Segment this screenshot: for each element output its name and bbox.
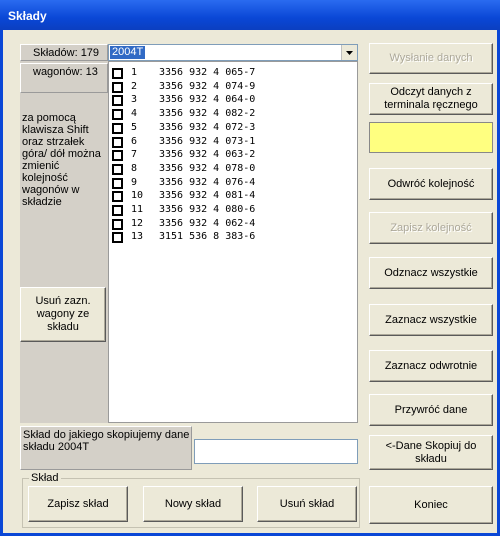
save-order-button[interactable]: Zapisz kolejność	[369, 212, 493, 244]
wagon-id: 3356 932 4 078-0	[159, 162, 256, 174]
wagon-row[interactable]: 1 3356 932 4 065-7	[109, 66, 357, 79]
train-select[interactable]: 2004T	[108, 44, 358, 61]
unmark-all-button[interactable]: Odznacz wszystkie	[369, 257, 493, 289]
chevron-down-icon[interactable]	[341, 45, 357, 60]
wagon-number: 2	[131, 80, 138, 92]
wagon-row[interactable]: 6 3356 932 4 073-1	[109, 135, 357, 148]
mark-all-button[interactable]: Zaznacz wszystkie	[369, 304, 493, 336]
close-button[interactable]: Koniec	[369, 486, 493, 524]
wagon-id: 3356 932 4 081-4	[159, 190, 256, 202]
wagon-checkbox[interactable]	[112, 163, 123, 175]
wagony-count-label: wagonów: 13	[20, 63, 108, 93]
wagon-row[interactable]: 5 3356 932 4 072-3	[109, 121, 357, 134]
wagon-number: 8	[131, 162, 138, 174]
sklad-group-title: Skład	[29, 472, 61, 484]
window: Składy Składów: 179 wagonów: 13 za pomoc…	[0, 0, 500, 536]
wagon-checkbox[interactable]	[112, 109, 123, 121]
wagon-id: 3356 932 4 073-1	[159, 135, 256, 147]
wagon-row[interactable]: 10 3356 932 4 081-4	[109, 189, 357, 203]
wagon-id: 3356 932 4 062-4	[159, 217, 256, 229]
train-select-value: 2004T	[110, 46, 146, 59]
sklady-count-label: Składów: 179	[20, 44, 108, 61]
wagon-checkbox[interactable]	[112, 68, 123, 79]
wagon-number: 13	[131, 231, 144, 243]
wagon-row[interactable]: 2 3356 932 4 074-9	[109, 80, 357, 93]
wagon-checkbox[interactable]	[112, 218, 123, 230]
mark-inverse-button[interactable]: Zaznacz odwrotnie	[369, 350, 493, 382]
copy-data-button[interactable]: <-Dane Skopiuj do składu	[369, 435, 493, 470]
wagon-row[interactable]: 7 3356 932 4 063-2	[109, 148, 357, 162]
wagon-number: 10	[131, 190, 144, 202]
wagon-row[interactable]: 4 3356 932 4 082-2	[109, 107, 357, 121]
save-train-button[interactable]: Zapisz skład	[28, 486, 128, 522]
restore-data-button[interactable]: Przywróć dane	[369, 394, 493, 426]
remove-selected-wagons-button[interactable]: Usuń zazn. wagony ze składu	[20, 287, 106, 342]
wagon-id: 3356 932 4 074-9	[159, 80, 256, 92]
wagon-checkbox[interactable]	[112, 136, 123, 148]
wagon-checkbox[interactable]	[112, 81, 123, 93]
wagon-row[interactable]: 12 3356 932 4 062-4	[109, 217, 357, 230]
wagon-checkbox[interactable]	[112, 95, 123, 107]
delete-train-button[interactable]: Usuń skład	[257, 486, 357, 522]
wagon-row[interactable]: 13 3151 536 8 383-6	[109, 230, 357, 244]
wagon-id: 3356 932 4 076-4	[159, 176, 256, 188]
wagon-number: 4	[131, 108, 138, 120]
wagon-number: 9	[131, 176, 138, 188]
wagon-id: 3356 932 4 065-7	[159, 67, 256, 78]
wagon-number: 7	[131, 149, 138, 161]
wagon-row[interactable]: 11 3356 932 4 080-6	[109, 203, 357, 216]
new-train-button[interactable]: Nowy skład	[143, 486, 243, 522]
window-title: Składy	[0, 0, 500, 30]
wagon-row[interactable]: 8 3356 932 4 078-0	[109, 162, 357, 175]
wagon-id: 3356 932 4 072-3	[159, 121, 256, 133]
read-terminal-button[interactable]: Odczyt danych z terminala ręcznego	[369, 83, 493, 115]
window-frame-left	[0, 30, 3, 536]
wagon-checkbox[interactable]	[112, 205, 123, 216]
wagon-list[interactable]: 1 3356 932 4 065-7 2 3356 932 4 074-9 3 3356 …	[108, 61, 358, 423]
send-data-button[interactable]: Wysłanie danych	[369, 43, 493, 74]
wagon-id: 3356 932 4 064-0	[159, 94, 256, 106]
wagon-checkbox[interactable]	[112, 232, 123, 244]
wagon-number: 5	[131, 121, 138, 133]
wagon-checkbox[interactable]	[112, 122, 123, 134]
wagon-row[interactable]: 9 3356 932 4 076-4	[109, 176, 357, 189]
wagon-checkbox[interactable]	[112, 191, 123, 203]
wagon-number: 12	[131, 217, 144, 229]
reverse-order-button[interactable]: Odwróć kolejność	[369, 168, 493, 200]
copy-target-label: Skład do jakiego skopiujemy dane składu …	[20, 426, 192, 470]
wagon-checkbox[interactable]	[112, 177, 123, 189]
wagon-id: 3356 932 4 082-2	[159, 108, 256, 120]
wagon-number: 11	[131, 204, 144, 215]
wagon-number: 1	[131, 67, 138, 78]
wagon-id: 3151 536 8 383-6	[159, 231, 256, 243]
wagon-checkbox[interactable]	[112, 150, 123, 162]
help-text: za pomocą klawisza Shift oraz strzałek g…	[20, 110, 108, 255]
wagon-row[interactable]: 3 3356 932 4 064-0	[109, 93, 357, 107]
wagon-number: 6	[131, 135, 138, 147]
wagon-id: 3356 932 4 080-6	[159, 204, 256, 215]
wagon-number: 3	[131, 94, 138, 106]
copy-target-input[interactable]	[194, 439, 358, 464]
wagon-id: 3356 932 4 063-2	[159, 149, 256, 161]
status-highlight	[369, 122, 493, 153]
